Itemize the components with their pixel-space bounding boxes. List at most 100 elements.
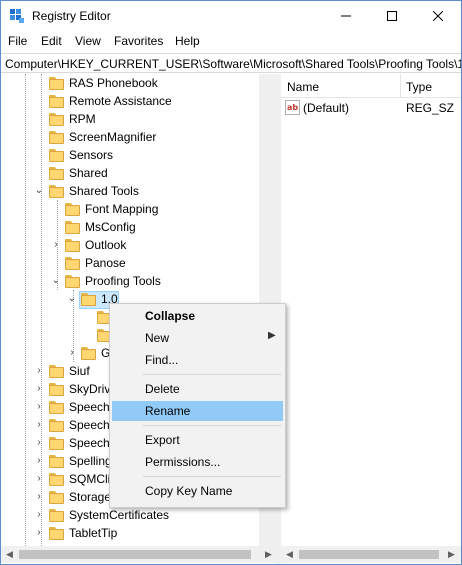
close-button[interactable]	[415, 1, 461, 31]
menu-item-label: Find...	[145, 353, 179, 367]
menu-item-label: Delete	[145, 382, 180, 396]
menu-item-label: Permissions...	[145, 455, 221, 469]
chevron-right-icon[interactable]: ›	[67, 348, 77, 358]
menu-edit[interactable]: Edit	[41, 34, 62, 48]
tree-item-panose[interactable]: Panose	[1, 255, 259, 273]
submenu-arrow-icon: ▶	[268, 330, 276, 341]
values-horizontal-scrollbar[interactable]: ◀ ▶	[281, 546, 461, 563]
folder-icon	[49, 401, 64, 414]
tree-item-label: Panose	[85, 256, 126, 270]
menu-help[interactable]: Help	[175, 34, 200, 48]
value-type: REG_SZ	[406, 101, 455, 115]
tree-item-tablettip[interactable]: › TabletTip	[1, 525, 259, 543]
tree-item-outlook[interactable]: › Outlook	[1, 237, 259, 255]
tree-item-systemcertificates[interactable]: › SystemCertificates	[1, 507, 259, 525]
list-item[interactable]: ab (Default) REG_SZ	[281, 98, 461, 118]
tree-item-font-mapping[interactable]: Font Mapping	[1, 201, 259, 219]
chevron-right-icon[interactable]: ›	[34, 384, 44, 394]
tree-item-label: Font Mapping	[85, 202, 159, 216]
scroll-left-icon[interactable]: ◀	[281, 546, 298, 563]
column-header-name[interactable]: Name	[287, 80, 319, 94]
chevron-right-icon[interactable]: ›	[34, 402, 44, 412]
chevron-right-icon[interactable]: ›	[51, 240, 61, 250]
tree-item-remote-assistance[interactable]: Remote Assistance	[1, 93, 259, 111]
folder-icon	[49, 455, 64, 468]
tree-item-rpm[interactable]: RPM	[1, 111, 259, 129]
folder-icon	[49, 113, 64, 126]
tree-item-label: Remote Assistance	[69, 94, 172, 108]
folder-icon	[65, 257, 80, 270]
chevron-down-icon[interactable]: ⌄	[34, 186, 44, 196]
menu-bar: File Edit View Favorites Help	[1, 31, 461, 52]
values-pane[interactable]: Name Type ab (Default) REG_SZ	[281, 74, 461, 564]
tree-item-label: ScreenMagnifier	[69, 130, 157, 144]
tree-item-shared[interactable]: Shared	[1, 165, 259, 183]
tree-item-screenmagnifier[interactable]: ScreenMagnifier	[1, 129, 259, 147]
folder-icon	[49, 185, 64, 198]
tree-item-label: Proofing Tools	[85, 274, 161, 288]
chevron-right-icon[interactable]: ›	[34, 474, 44, 484]
menu-item-label: Export	[145, 433, 180, 447]
folder-icon	[49, 437, 64, 450]
tree-item-label: Shared	[69, 166, 108, 180]
menu-item-delete[interactable]: Delete	[112, 379, 283, 399]
folder-icon	[65, 239, 80, 252]
tree-item-shared-tools[interactable]: ⌄ Shared Tools	[1, 183, 259, 201]
registry-editor-window: Registry Editor File Edit View Favorites…	[0, 0, 462, 565]
menu-item-export[interactable]: Export	[112, 430, 283, 450]
address-bar[interactable]: Computer\HKEY_CURRENT_USER\Software\Micr…	[1, 53, 461, 73]
menu-item-rename[interactable]: Rename	[112, 401, 283, 421]
scroll-right-icon[interactable]: ▶	[443, 546, 460, 563]
chevron-right-icon[interactable]: ›	[34, 438, 44, 448]
menu-item-copy-key-name[interactable]: Copy Key Name	[112, 481, 283, 501]
menu-item-permissions[interactable]: Permissions...	[112, 452, 283, 472]
chevron-down-icon[interactable]: ⌄	[51, 276, 61, 286]
folder-icon	[81, 293, 96, 306]
folder-icon	[49, 365, 64, 378]
tree-item-label: Storage	[69, 490, 112, 504]
folder-icon	[65, 221, 80, 234]
folder-icon	[49, 491, 64, 504]
folder-icon	[49, 527, 64, 540]
chevron-right-icon[interactable]: ›	[34, 366, 44, 376]
context-menu: Collapse New ▶ Find... Delete Rename Exp…	[109, 303, 286, 508]
scrollbar-thumb[interactable]	[19, 550, 251, 559]
folder-icon	[49, 167, 64, 180]
chevron-right-icon[interactable]: ›	[34, 420, 44, 430]
chevron-down-icon[interactable]: ⌄	[67, 294, 77, 304]
tree-item-label: Speech	[69, 418, 110, 432]
title-bar[interactable]: Registry Editor	[1, 1, 461, 31]
folder-icon	[49, 95, 64, 108]
chevron-right-icon[interactable]: ›	[34, 510, 44, 520]
address-path[interactable]: Computer\HKEY_CURRENT_USER\Software\Micr…	[5, 57, 461, 71]
tree-horizontal-scrollbar[interactable]: ◀ ▶	[1, 546, 277, 563]
tree-item-proofing-tools[interactable]: ⌄ Proofing Tools	[1, 273, 259, 291]
column-header-type[interactable]: Type	[406, 80, 432, 94]
folder-icon	[81, 347, 96, 360]
menu-favorites[interactable]: Favorites	[114, 34, 163, 48]
menu-item-label: Collapse	[145, 309, 196, 323]
tree-item-msconfig[interactable]: MsConfig	[1, 219, 259, 237]
menu-view[interactable]: View	[75, 34, 101, 48]
chevron-right-icon[interactable]: ›	[34, 492, 44, 502]
menu-file[interactable]: File	[8, 34, 27, 48]
folder-icon	[49, 383, 64, 396]
list-header: Name Type	[281, 74, 461, 98]
chevron-right-icon[interactable]: ›	[34, 456, 44, 466]
minimize-icon	[341, 15, 351, 17]
maximize-button[interactable]	[369, 1, 415, 31]
menu-item-new[interactable]: New ▶	[112, 328, 283, 348]
tree-item-ras-phonebook[interactable]: RAS Phonebook	[1, 75, 259, 93]
menu-separator	[143, 374, 281, 375]
folder-icon	[49, 509, 64, 522]
scrollbar-thumb[interactable]	[299, 550, 439, 559]
menu-item-find[interactable]: Find...	[112, 350, 283, 370]
column-divider[interactable]	[400, 74, 401, 98]
menu-item-collapse[interactable]: Collapse	[112, 306, 283, 326]
minimize-button[interactable]	[323, 1, 369, 31]
scroll-left-icon[interactable]: ◀	[1, 546, 18, 563]
folder-icon	[49, 149, 64, 162]
tree-item-sensors[interactable]: Sensors	[1, 147, 259, 165]
chevron-right-icon[interactable]: ›	[34, 528, 44, 538]
scroll-right-icon[interactable]: ▶	[260, 546, 277, 563]
